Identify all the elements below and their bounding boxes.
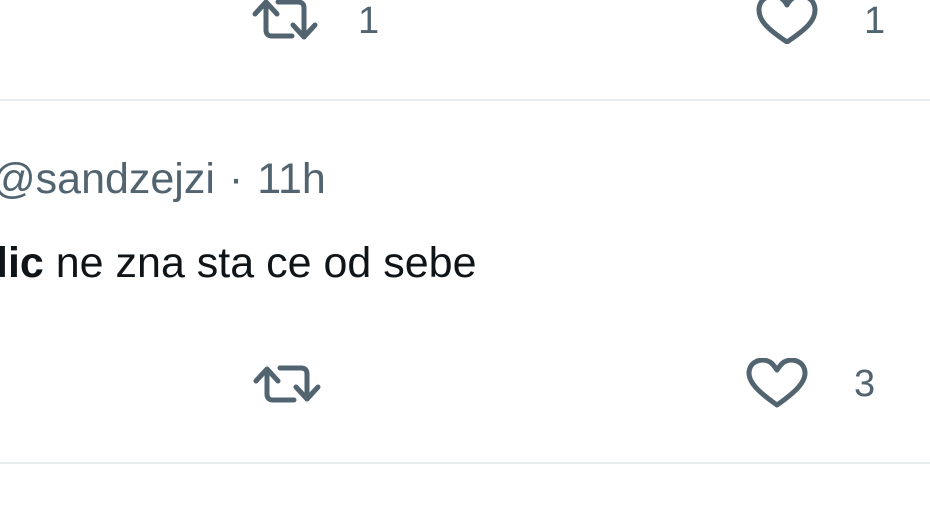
like-button[interactable]: 3 (746, 358, 875, 410)
like-count: 1 (864, 0, 886, 42)
tweet-meta: @sandzejzi · 11h (0, 158, 326, 201)
previous-tweet: 1 1 (0, 0, 930, 100)
divider (0, 462, 930, 464)
divider (0, 99, 930, 101)
retweet-count: 1 (358, 0, 380, 42)
mention-link[interactable]: lic (0, 239, 44, 287)
user-handle[interactable]: @sandzejzi (0, 155, 215, 203)
meta-separator: · (228, 155, 244, 203)
heart-icon (746, 358, 808, 410)
tweet-time[interactable]: 11h (257, 155, 326, 203)
like-count: 3 (854, 363, 876, 405)
tweet-body: ne zna sta ce od sebe (43, 239, 477, 287)
retweet-icon (252, 360, 322, 408)
retweet-button[interactable] (252, 360, 356, 408)
heart-icon (756, 0, 818, 44)
retweet-icon (252, 0, 318, 44)
retweet-button[interactable]: 1 (252, 0, 379, 44)
like-button[interactable]: 1 (756, 0, 885, 44)
tweet-text: lic ne zna sta ce od sebe (0, 242, 477, 285)
